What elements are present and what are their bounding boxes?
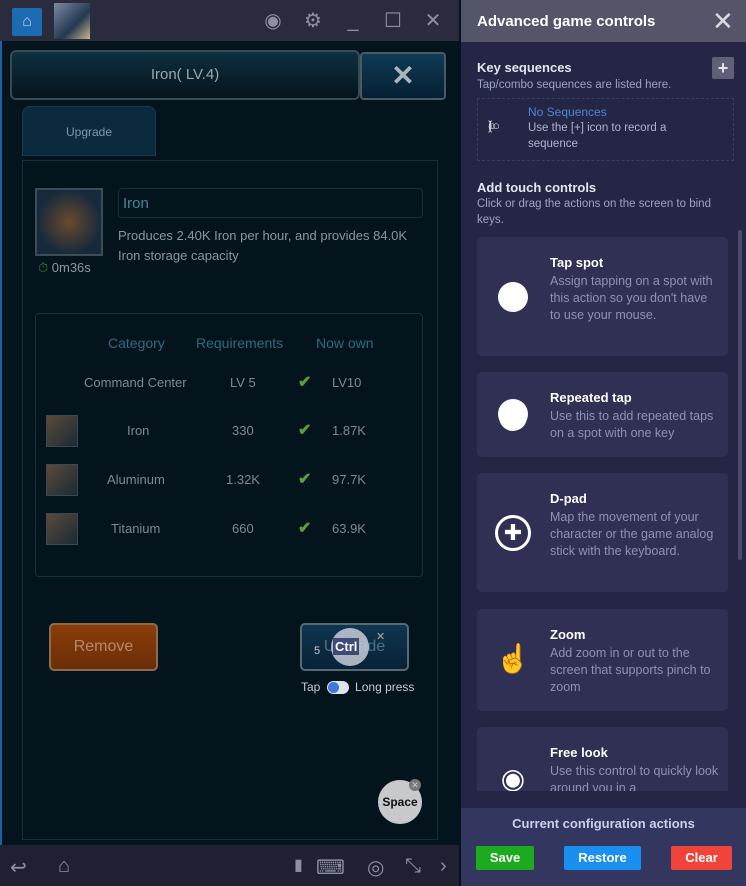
gear-icon[interactable]: ⚙	[300, 8, 326, 34]
header-requirements: Requirements	[196, 335, 284, 351]
android-nav-bar: ↩ ⌂ ▮ ⌨ ◎ ⤡ ›	[0, 845, 459, 886]
dialog-title: Iron( LV.4)	[10, 50, 360, 100]
touch-controls-subtitle: Click or drag the actions on the screen …	[477, 198, 711, 226]
control-free-look[interactable]: ◉ Free look Use this control to quickly …	[477, 727, 728, 791]
control-tap-spot[interactable]: Tap spot Assign tapping on a spot with t…	[477, 237, 728, 356]
table-row: Iron 330 ✔ 1.87K	[35, 411, 423, 451]
control-name: Free look	[550, 745, 608, 760]
remove-button[interactable]: Remove	[49, 623, 158, 671]
save-button[interactable]: Save	[476, 846, 534, 870]
header-now-own: Now own	[316, 335, 374, 351]
control-zoom[interactable]: ☝ Zoom Add zoom in or out to the screen …	[477, 609, 728, 711]
key-sequences-subtitle: Tap/combo sequences are listed here.	[477, 79, 672, 91]
control-name: Zoom	[550, 627, 586, 642]
pinch-icon: ☝	[495, 643, 531, 674]
cell-own: LV10	[332, 375, 362, 390]
control-dpad[interactable]: ✚ D-pad Map the movement of your charact…	[477, 473, 728, 592]
control-name: Repeated tap	[550, 390, 632, 405]
table-row: Aluminum 1.32K ✔ 97.7K	[35, 460, 423, 500]
control-desc: Use this control to quickly look around …	[550, 764, 719, 791]
cell-category: Aluminum	[107, 472, 165, 487]
circle-icon	[495, 279, 531, 315]
close-icon[interactable]: ✕	[420, 8, 446, 34]
fullscreen-icon[interactable]: ⤡	[405, 855, 421, 878]
chevron-right-icon[interactable]: ›	[440, 855, 447, 878]
maximize-icon[interactable]: ☐	[380, 8, 406, 34]
config-actions-title: Current configuration actions	[512, 816, 695, 831]
control-desc: Use this to add repeated taps on a spot …	[550, 409, 714, 440]
dialog-close-button[interactable]: ✕	[360, 52, 446, 100]
iron-resource-icon	[46, 415, 78, 447]
table-row: Command Center LV 5 ✔ LV10	[35, 363, 423, 403]
remove-control-icon[interactable]: ✕	[409, 779, 421, 791]
cell-own: 63.9K	[332, 521, 366, 536]
long-press-label: Long press	[355, 680, 415, 694]
check-icon: ✔	[298, 422, 312, 439]
ctrl-key-control[interactable]: Ctrl	[331, 628, 369, 666]
no-sequences-title: No Sequences	[528, 105, 607, 119]
eye-icon[interactable]: ◎	[367, 855, 384, 880]
tap-longpress-toggle[interactable]	[326, 681, 349, 695]
clear-button[interactable]: Clear	[671, 846, 732, 870]
control-name: D-pad	[550, 491, 587, 506]
profile-star-icon[interactable]: ◉	[260, 8, 286, 34]
close-panel-icon[interactable]: ✕	[712, 6, 734, 37]
table-row: Titanium 660 ✔ 63.9K	[35, 509, 423, 549]
cell-requirement: 660	[232, 521, 254, 536]
game-tab-icon[interactable]	[54, 3, 90, 39]
control-desc: Map the movement of your character or th…	[550, 510, 714, 558]
ctrl-key-label: Ctrl	[333, 638, 360, 655]
stopwatch-icon: ⏱	[38, 260, 49, 275]
panel-title: Advanced game controls	[461, 0, 746, 42]
building-thumbnail	[35, 188, 103, 256]
cell-category: Command Center	[84, 375, 187, 390]
cell-requirement: 1.32K	[226, 472, 260, 487]
titanium-resource-icon	[46, 513, 78, 545]
header-category: Category	[108, 335, 165, 351]
cell-own: 1.87K	[332, 423, 366, 438]
touch-controls-title: Add touch controls	[477, 180, 597, 195]
cell-category: Iron	[127, 423, 150, 438]
building-name: Iron	[118, 188, 423, 218]
control-desc: Add zoom in or out to the screen that su…	[550, 646, 711, 694]
stacked-circle-icon	[495, 396, 531, 432]
building-description: Produces 2.40K Iron per hour, and provid…	[118, 228, 408, 263]
no-sequences-hint: Use the [+] icon to record a sequence	[528, 122, 667, 150]
eye-icon: ◉	[500, 763, 526, 791]
control-repeated-tap[interactable]: Repeated tap Use this to add repeated ta…	[477, 372, 728, 457]
tap-label: Tap	[301, 680, 321, 694]
cell-requirement: 330	[232, 423, 254, 438]
title-bar: ⌂ ◉ ⚙ _ ☐ ✕	[0, 0, 459, 41]
aluminum-resource-icon	[46, 464, 78, 496]
cell-own: 97.7K	[332, 472, 366, 487]
repeat-count-stepper[interactable]: 5	[314, 645, 320, 657]
check-icon: ✔	[298, 520, 312, 537]
home-icon[interactable]: ⌂	[12, 8, 42, 36]
tap-mode-toggle-row: Tap Long press	[301, 680, 415, 695]
keyboard-icon[interactable]: ⌨	[316, 855, 345, 880]
minimize-icon[interactable]: _	[340, 8, 366, 34]
back-icon[interactable]: ↩	[10, 855, 27, 880]
restore-button[interactable]: Restore	[564, 846, 641, 870]
info-circles-icon: (!)○○	[488, 118, 500, 133]
key-sequences-title: Key sequences	[477, 60, 572, 75]
tab-upgrade[interactable]: Upgrade	[22, 106, 156, 156]
control-desc: Assign tapping on a spot with this actio…	[550, 274, 713, 322]
dpad-icon: ✚	[495, 515, 531, 551]
panel-scrollbar[interactable]	[738, 230, 742, 560]
upgrade-timer: ⏱ 0m36s	[38, 260, 91, 276]
timer-value: 0m36s	[51, 260, 91, 275]
home-nav-icon[interactable]: ⌂	[58, 855, 70, 878]
remove-control-icon[interactable]: ✕	[376, 630, 385, 643]
cell-category: Titanium	[111, 521, 161, 536]
lock-icon[interactable]: ▮	[294, 855, 303, 875]
control-name: Tap spot	[550, 255, 604, 270]
cell-requirement: LV 5	[230, 375, 256, 390]
check-icon: ✔	[298, 471, 312, 488]
add-sequence-button[interactable]: +	[712, 57, 734, 79]
check-icon: ✔	[298, 374, 312, 391]
